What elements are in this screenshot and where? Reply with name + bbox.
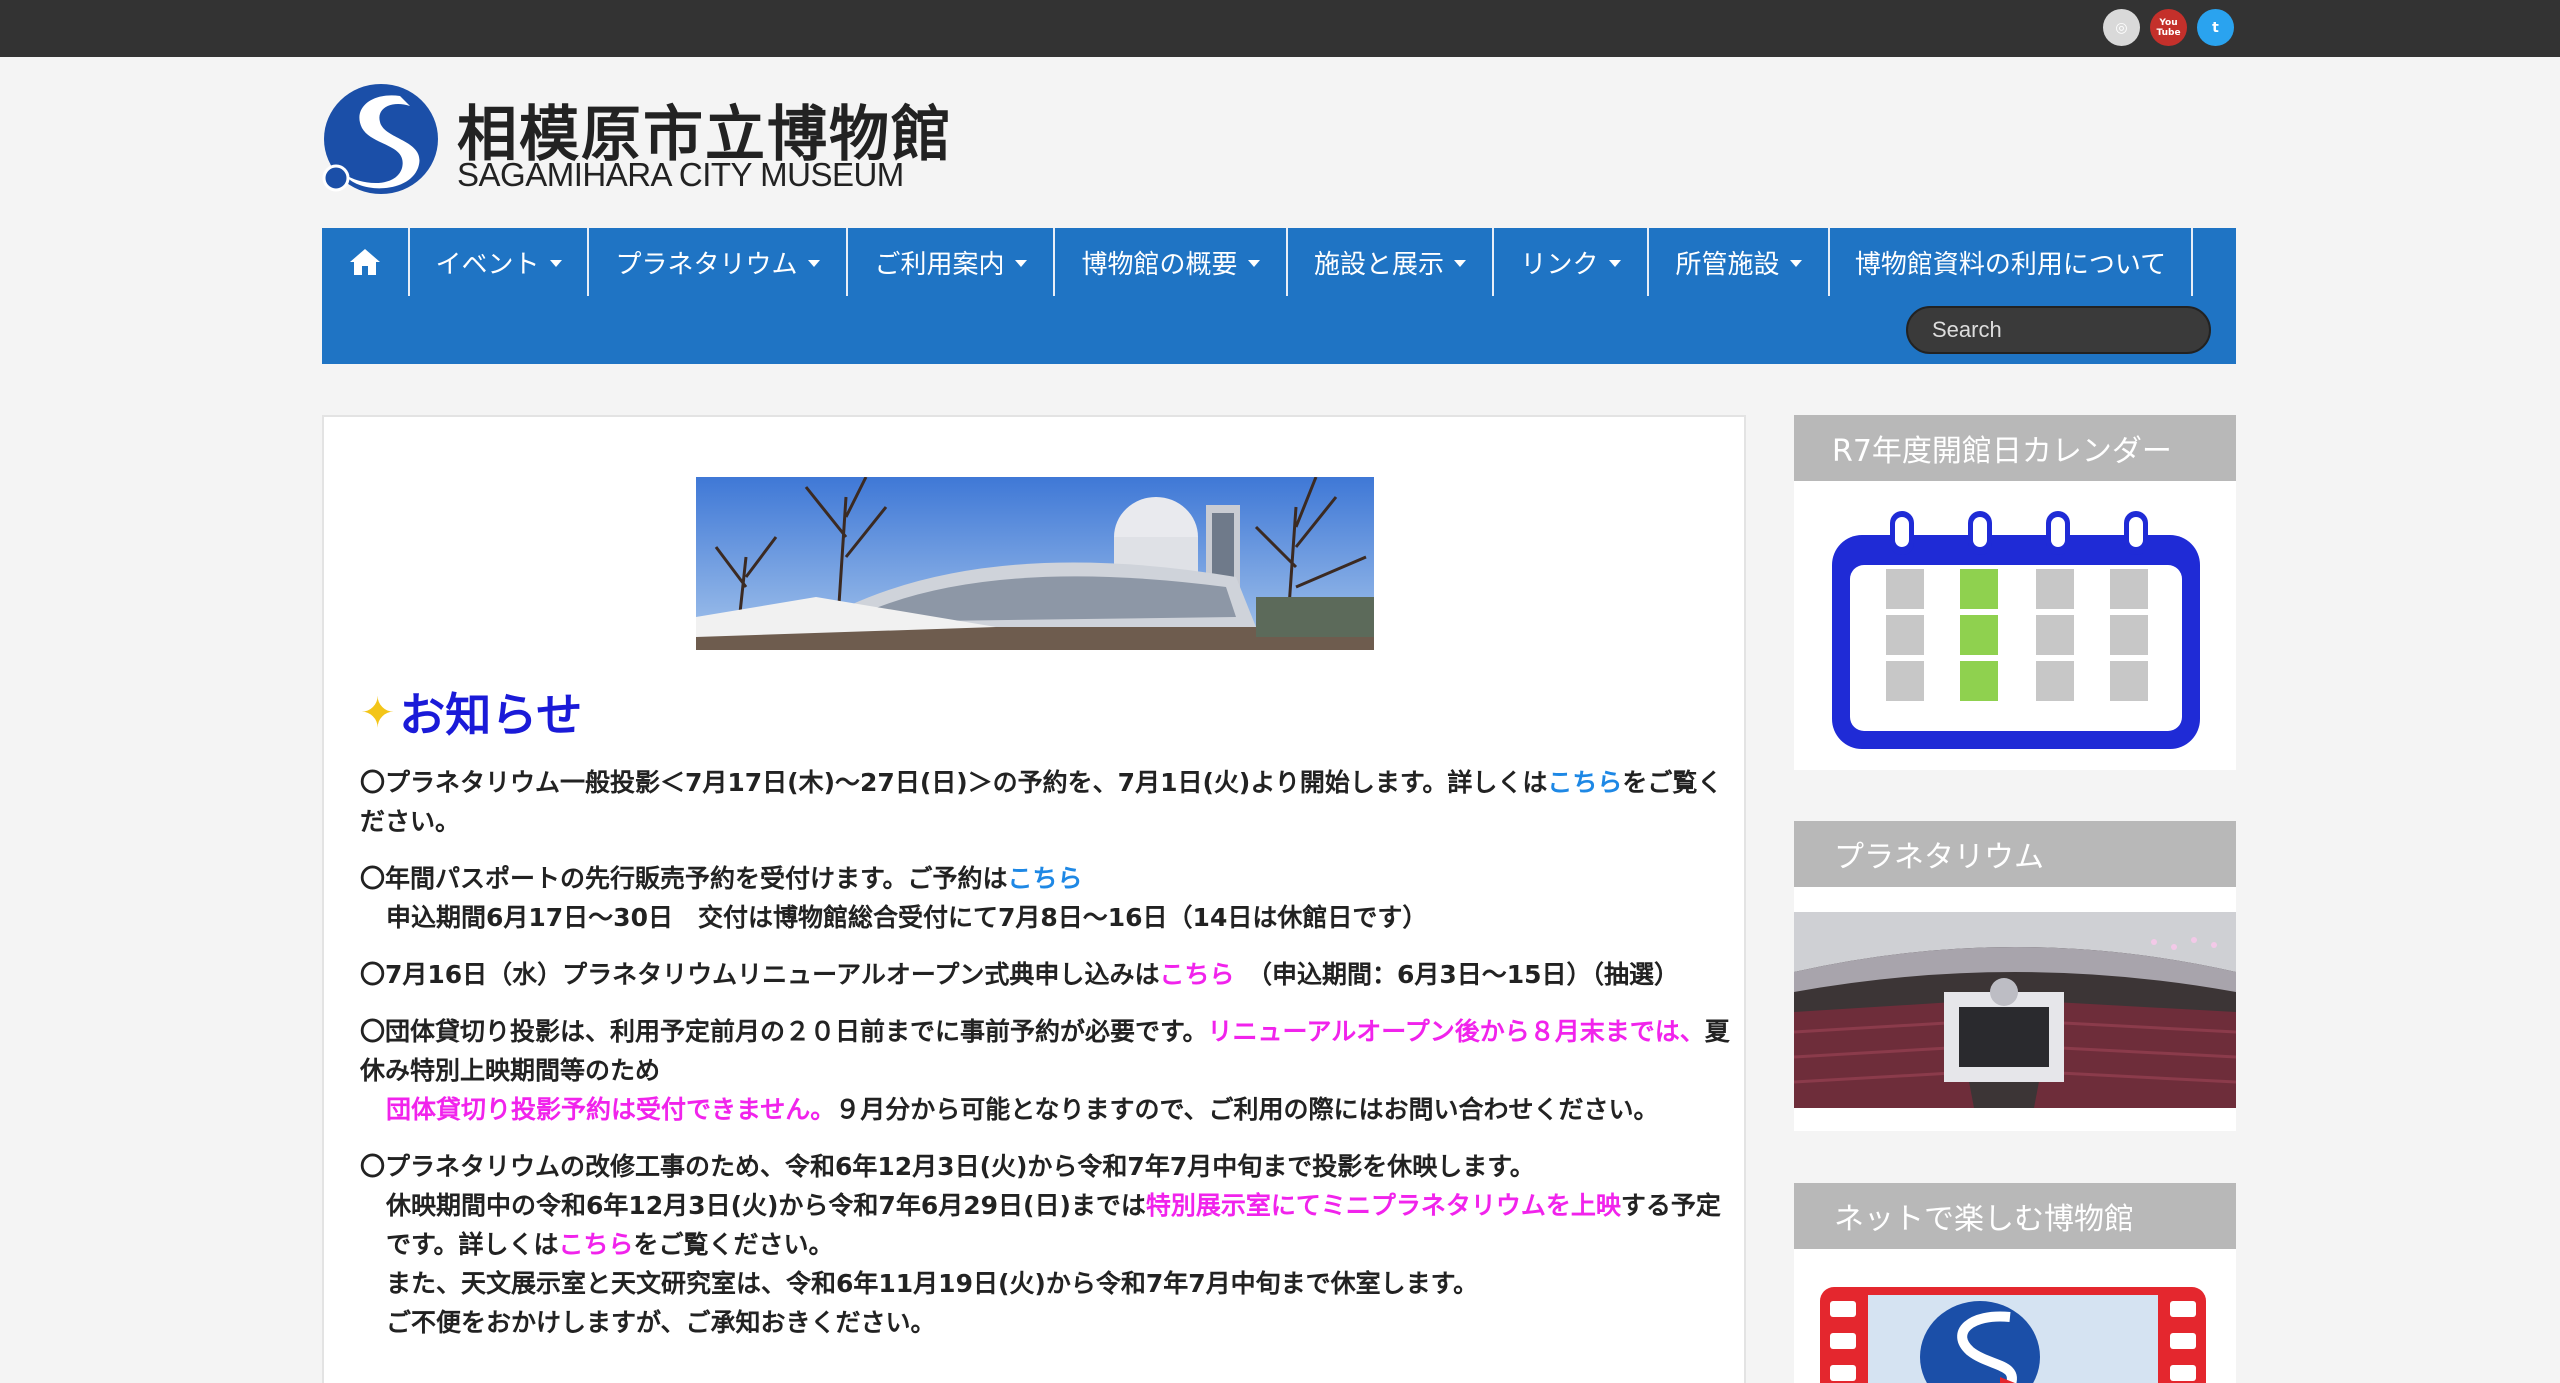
nav-item-guide[interactable]: ご利用案内 [848, 228, 1055, 296]
notice-list: 〇プラネタリウム一般投影＜7月17日(木)〜27日(日)＞の予約を、7月1日(火… [360, 763, 1730, 1360]
ceremony-application-link[interactable]: こちら [1159, 960, 1234, 989]
mini-planetarium-link[interactable]: こちら [559, 1230, 634, 1259]
planetarium-widget: プラネタリウム [1793, 821, 2237, 1131]
planetarium-photo [1793, 912, 2237, 1108]
notice-item: 〇プラネタリウムの改修工事のため、令和6年12月3日(火)から令和7年7月中旬ま… [360, 1152, 1721, 1337]
calendar-widget-title: R7年度開館日カレンダー [1794, 415, 2236, 481]
passport-reservation-link[interactable]: こちら [1008, 864, 1083, 893]
main-navigation: イベント プラネタリウム ご利用案内 博物館の概要 施設と展示 リンク 所管施設… [322, 228, 2236, 364]
notice-item: 〇プラネタリウム一般投影＜7月17日(木)〜27日(日)＞の予約を、7月1日(火… [360, 768, 1723, 836]
caret-down-icon [807, 260, 820, 267]
online-museum-link[interactable] [1820, 1287, 2206, 1383]
calendar-icon [1832, 511, 2200, 749]
online-museum-widget: ネットで楽しむ博物館 [1794, 1183, 2236, 1383]
online-museum-widget-title: ネットで楽しむ博物館 [1794, 1183, 2236, 1249]
museum-logo-icon [322, 84, 438, 194]
nav-item-planetarium[interactable]: プラネタリウム [589, 228, 848, 296]
instagram-icon[interactable]: ◎ [2103, 9, 2140, 46]
nav-item-links[interactable]: リンク [1494, 228, 1649, 296]
search-input[interactable] [1906, 306, 2211, 354]
nav-home[interactable] [322, 228, 410, 296]
caret-down-icon [1608, 260, 1621, 267]
logo-english-text: SAGAMIHARA CITY MUSEUM [457, 156, 904, 193]
notice-item: 〇年間パスポートの先行販売予約を受付けます。ご予約はこちら 申込期間6月17日〜… [360, 864, 1428, 932]
museum-banner-image [696, 477, 1374, 650]
details-link[interactable]: こちら [1547, 768, 1622, 797]
film-strip-icon [1820, 1287, 2206, 1383]
caret-down-icon [549, 260, 562, 267]
calendar-widget: R7年度開館日カレンダー [1794, 415, 2236, 770]
caret-down-icon [1014, 260, 1027, 267]
main-content: ✦ お知らせ 〇プラネタリウム一般投影＜7月17日(木)〜27日(日)＞の予約を… [322, 415, 1746, 1383]
notice-item: 〇団体貸切り投影は、利用予定前月の２０日前までに事前予約が必要です。リニューアル… [360, 1017, 1730, 1124]
planetarium-image-link[interactable] [1793, 912, 2237, 1108]
notice-item: 〇7月16日（水）プラネタリウムリニューアルオープン式典申し込みはこちら （申込… [360, 960, 1680, 989]
news-heading: ✦ お知らせ [360, 687, 583, 743]
star-icon: ✦ [360, 687, 396, 737]
nav-item-affiliated[interactable]: 所管施設 [1649, 228, 1830, 296]
calendar-link[interactable] [1828, 511, 2204, 756]
twitter-icon[interactable]: t [2197, 9, 2234, 46]
nav-item-facilities[interactable]: 施設と展示 [1288, 228, 1494, 296]
nav-item-materials[interactable]: 博物館資料の利用について [1830, 228, 2193, 296]
home-icon [350, 249, 380, 275]
caret-down-icon [1789, 260, 1802, 267]
caret-down-icon [1454, 260, 1466, 267]
planetarium-widget-title: プラネタリウム [1794, 821, 2236, 887]
top-bar: ◎ You Tube t [0, 0, 2560, 57]
nav-item-events[interactable]: イベント [410, 228, 589, 296]
nav-item-overview[interactable]: 博物館の概要 [1055, 228, 1288, 296]
youtube-icon[interactable]: You Tube [2150, 9, 2187, 46]
caret-down-icon [1247, 260, 1260, 267]
site-logo[interactable]: 相模原市立博物館 SAGAMIHARA CITY MUSEUM [322, 80, 951, 200]
